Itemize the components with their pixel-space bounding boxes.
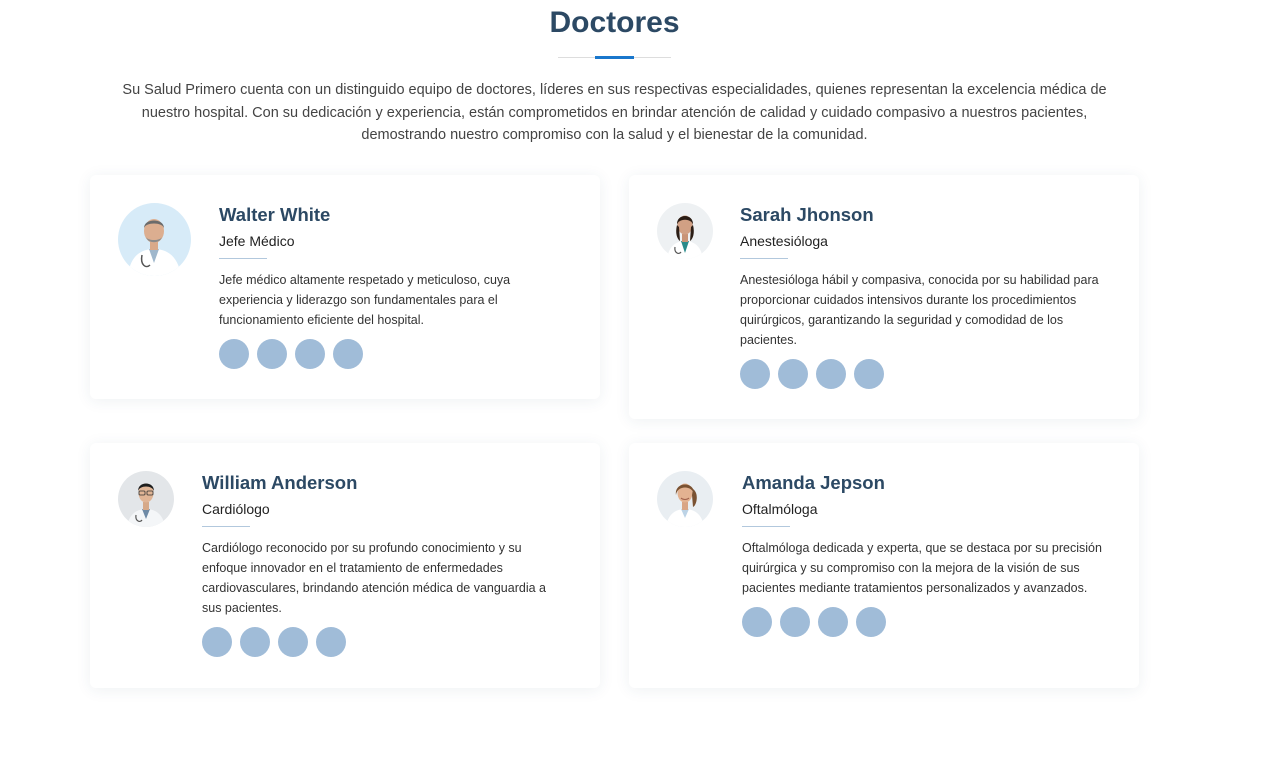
facebook-icon[interactable] — [240, 627, 270, 657]
doctor-card: Amanda Jepson Oftalmóloga Oftalmóloga de… — [629, 443, 1139, 688]
doctor-avatar — [657, 203, 713, 259]
social-links — [742, 607, 1107, 637]
facebook-icon[interactable] — [780, 607, 810, 637]
facebook-icon[interactable] — [257, 339, 287, 369]
instagram-icon[interactable] — [278, 627, 308, 657]
role-divider — [742, 526, 790, 527]
section-header: Doctores — [0, 4, 1229, 42]
doctor-avatar — [657, 471, 713, 527]
linkedin-icon[interactable] — [854, 359, 884, 389]
section-title: Doctores — [549, 6, 680, 39]
doctor-description: Cardiólogo reconocido por su profundo co… — [202, 541, 546, 615]
role-divider — [219, 258, 267, 259]
facebook-icon[interactable] — [778, 359, 808, 389]
doctor-avatar — [118, 203, 191, 276]
social-links — [740, 359, 1100, 389]
linkedin-icon[interactable] — [316, 627, 346, 657]
doctor-description: Anestesióloga hábil y compasiva, conocid… — [740, 273, 1099, 347]
linkedin-icon[interactable] — [333, 339, 363, 369]
instagram-icon[interactable] — [816, 359, 846, 389]
twitter-icon[interactable] — [219, 339, 249, 369]
role-divider — [740, 258, 788, 259]
doctor-name: Sarah Jhonson — [740, 204, 874, 225]
doctor-role: Oftalmóloga — [742, 501, 818, 517]
twitter-icon[interactable] — [740, 359, 770, 389]
doctor-name: Walter White — [219, 204, 331, 225]
doctor-card: Sarah Jhonson Anestesióloga Anestesiólog… — [629, 175, 1139, 419]
doctor-role: Jefe Médico — [219, 233, 295, 249]
doctor-avatar — [118, 471, 174, 527]
doctor-card: William Anderson Cardiólogo Cardiólogo r… — [90, 443, 600, 688]
twitter-icon[interactable] — [742, 607, 772, 637]
doctor-card: Walter White Jefe Médico Jefe médico alt… — [90, 175, 600, 399]
social-links — [219, 339, 564, 369]
doctor-role: Anestesióloga — [740, 233, 828, 249]
twitter-icon[interactable] — [202, 627, 232, 657]
social-links — [202, 627, 567, 657]
doctor-description: Jefe médico altamente respetado y meticu… — [219, 273, 511, 327]
doctor-name: William Anderson — [202, 472, 358, 493]
instagram-icon[interactable] — [295, 339, 325, 369]
doctor-role: Cardiólogo — [202, 501, 270, 517]
linkedin-icon[interactable] — [856, 607, 886, 637]
doctor-name: Amanda Jepson — [742, 472, 885, 493]
role-divider — [202, 526, 250, 527]
doctor-description: Oftalmóloga dedicada y experta, que se d… — [742, 541, 1102, 595]
section-description: Su Salud Primero cuenta con un distingui… — [122, 82, 1107, 143]
title-accent-bar — [595, 56, 634, 59]
instagram-icon[interactable] — [818, 607, 848, 637]
